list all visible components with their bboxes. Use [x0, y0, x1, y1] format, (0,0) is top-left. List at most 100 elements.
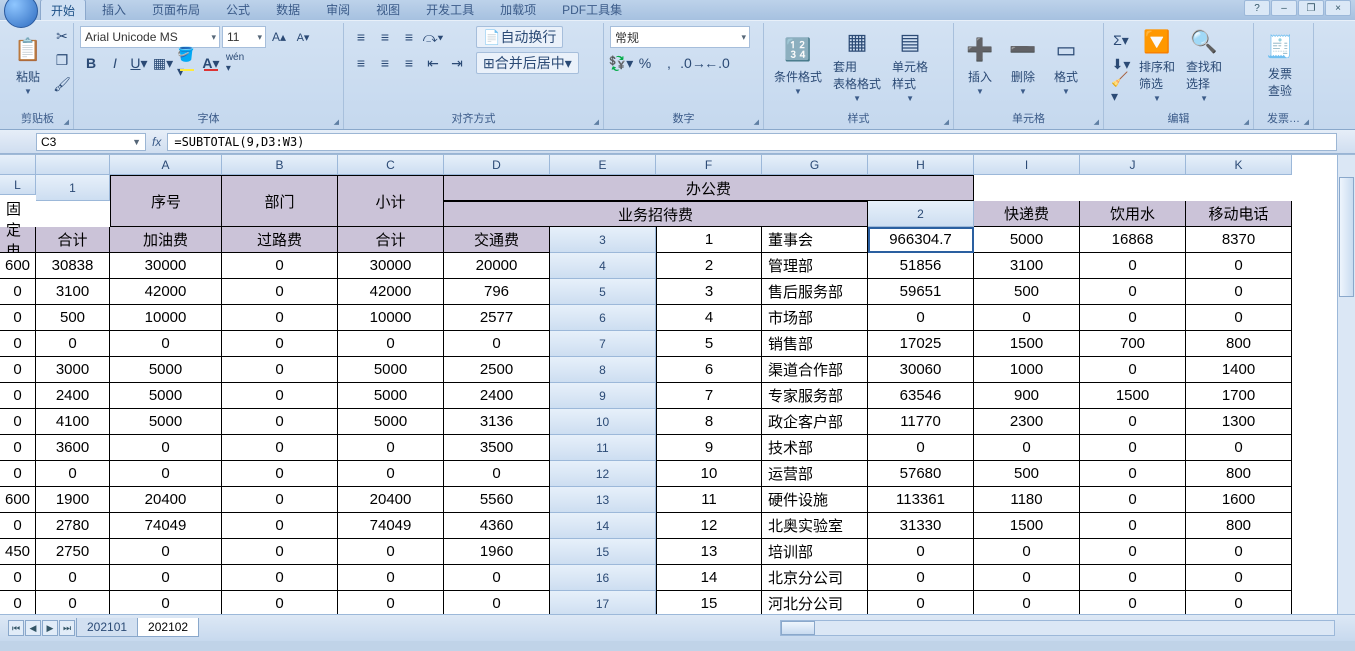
- worksheet[interactable]: ABCDEFGHIJKL1序号部门小计办公费业务招待费2快递费饮用水移动电话固定…: [0, 154, 1355, 614]
- cell-K12[interactable]: 20400: [338, 487, 444, 513]
- cell-D12[interactable]: 500: [974, 461, 1080, 487]
- cell-E16[interactable]: 0: [1080, 565, 1186, 591]
- menu-tab-5[interactable]: 审阅: [316, 0, 360, 20]
- align-top-button[interactable]: ≡: [350, 26, 372, 48]
- row-header-11[interactable]: 11: [550, 435, 656, 461]
- cell-C9[interactable]: 63546: [868, 383, 974, 409]
- font-color-button[interactable]: A▾: [200, 52, 222, 74]
- cell-D14[interactable]: 1500: [974, 513, 1080, 539]
- cell-G9[interactable]: 0: [0, 409, 36, 435]
- cell-I14[interactable]: 0: [110, 539, 222, 565]
- cell-B10[interactable]: 政企客户部: [762, 409, 868, 435]
- cell-G4[interactable]: 0: [0, 279, 36, 305]
- cell-G12[interactable]: 600: [0, 487, 36, 513]
- cell-L6[interactable]: 0: [444, 331, 550, 357]
- row-header-15[interactable]: 15: [550, 539, 656, 565]
- invoice-button[interactable]: 🧾发票 查验: [1260, 25, 1300, 105]
- cell-C14[interactable]: 31330: [868, 513, 974, 539]
- horizontal-scrollbar[interactable]: [780, 620, 1335, 636]
- menu-tab-1[interactable]: 插入: [92, 0, 136, 20]
- indent-inc-button[interactable]: ⇥: [446, 52, 468, 74]
- cell-A3[interactable]: 1: [656, 227, 762, 253]
- cell-K8[interactable]: 5000: [338, 383, 444, 409]
- cell-A6[interactable]: 4: [656, 305, 762, 331]
- cell-K7[interactable]: 5000: [338, 357, 444, 383]
- cell-I9[interactable]: 5000: [110, 409, 222, 435]
- cell-E14[interactable]: 0: [1080, 513, 1186, 539]
- cell-L11[interactable]: 0: [444, 461, 550, 487]
- cell-H13[interactable]: 2780: [36, 513, 110, 539]
- cell-H11[interactable]: 0: [36, 461, 110, 487]
- cell-H5[interactable]: 500: [36, 305, 110, 331]
- cell-K4[interactable]: 42000: [338, 279, 444, 305]
- cell-B9[interactable]: 专家服务部: [762, 383, 868, 409]
- cell-J13[interactable]: 0: [222, 513, 338, 539]
- row-header-4[interactable]: 4: [550, 253, 656, 279]
- cell-J16[interactable]: 0: [222, 591, 338, 614]
- row-header-3[interactable]: 3: [550, 227, 656, 253]
- indent-dec-button[interactable]: ⇤: [422, 52, 444, 74]
- cell-B16[interactable]: 北京分公司: [762, 565, 868, 591]
- cell-E12[interactable]: 0: [1080, 461, 1186, 487]
- cell-K10[interactable]: 0: [338, 435, 444, 461]
- percent-button[interactable]: %: [634, 52, 656, 74]
- row-header-2[interactable]: 2: [868, 201, 974, 227]
- cell-E13[interactable]: 0: [1080, 487, 1186, 513]
- cell-K13[interactable]: 74049: [338, 513, 444, 539]
- cell-A15[interactable]: 13: [656, 539, 762, 565]
- format-cells-button[interactable]: ▭格式▼: [1046, 25, 1086, 105]
- cell-J9[interactable]: 0: [222, 409, 338, 435]
- col-header-C[interactable]: C: [338, 155, 444, 175]
- cell-A5[interactable]: 3: [656, 279, 762, 305]
- cond-format-button[interactable]: 🔢条件格式▼: [770, 25, 826, 105]
- cell-A7[interactable]: 5: [656, 331, 762, 357]
- cell-I4[interactable]: 42000: [110, 279, 222, 305]
- cell-I3[interactable]: 30000: [110, 253, 222, 279]
- cell-C17[interactable]: 0: [868, 591, 974, 614]
- cell-B4[interactable]: 管理部: [762, 253, 868, 279]
- cell-C8[interactable]: 30060: [868, 357, 974, 383]
- align-middle-button[interactable]: ≡: [374, 26, 396, 48]
- cell-F12[interactable]: 800: [1186, 461, 1292, 487]
- cell-style-button[interactable]: ▤单元格 样式▼: [888, 25, 932, 105]
- dec-decimal-button[interactable]: ←.0: [706, 52, 728, 74]
- cell-E9[interactable]: 1500: [1080, 383, 1186, 409]
- menu-tab-3[interactable]: 公式: [216, 0, 260, 20]
- align-right-button[interactable]: ≡: [398, 52, 420, 74]
- menu-tab-8[interactable]: 加载项: [490, 0, 546, 20]
- cell-E15[interactable]: 0: [1080, 539, 1186, 565]
- cell-I8[interactable]: 5000: [110, 383, 222, 409]
- number-format-select[interactable]: 常规: [610, 26, 750, 48]
- cell-L15[interactable]: 0: [444, 565, 550, 591]
- cell-G6[interactable]: 0: [0, 331, 36, 357]
- col-header-H[interactable]: H: [868, 155, 974, 175]
- cell-J3[interactable]: 0: [222, 253, 338, 279]
- cell-B8[interactable]: 渠道合作部: [762, 357, 868, 383]
- font-size-select[interactable]: 11: [222, 26, 266, 48]
- table-style-button[interactable]: ▦套用 表格格式▼: [829, 25, 885, 105]
- col-header-F[interactable]: F: [656, 155, 762, 175]
- col-header-I[interactable]: I: [974, 155, 1080, 175]
- row-header-16[interactable]: 16: [550, 565, 656, 591]
- cell-A14[interactable]: 12: [656, 513, 762, 539]
- sheet-nav-first[interactable]: ⏮: [8, 620, 24, 636]
- cell-G3[interactable]: 600: [0, 253, 36, 279]
- cell-C15[interactable]: 0: [868, 539, 974, 565]
- cell-H3[interactable]: 30838: [36, 253, 110, 279]
- cell-A12[interactable]: 10: [656, 461, 762, 487]
- inc-decimal-button[interactable]: .0→: [682, 52, 704, 74]
- wrap-text-button[interactable]: 📄 自动换行: [476, 26, 563, 48]
- copy-button[interactable]: ❐: [51, 49, 73, 71]
- cell-J5[interactable]: 0: [222, 305, 338, 331]
- menu-tab-4[interactable]: 数据: [266, 0, 310, 20]
- cell-C10[interactable]: 11770: [868, 409, 974, 435]
- cell-H6[interactable]: 0: [36, 331, 110, 357]
- cell-A17[interactable]: 15: [656, 591, 762, 614]
- cell-L16[interactable]: 0: [444, 591, 550, 614]
- cell-B12[interactable]: 运营部: [762, 461, 868, 487]
- row-header-5[interactable]: 5: [550, 279, 656, 305]
- currency-button[interactable]: 💱▾: [610, 52, 632, 74]
- scroll-thumb[interactable]: [1339, 177, 1354, 297]
- cell-A13[interactable]: 11: [656, 487, 762, 513]
- cell-I11[interactable]: 0: [110, 461, 222, 487]
